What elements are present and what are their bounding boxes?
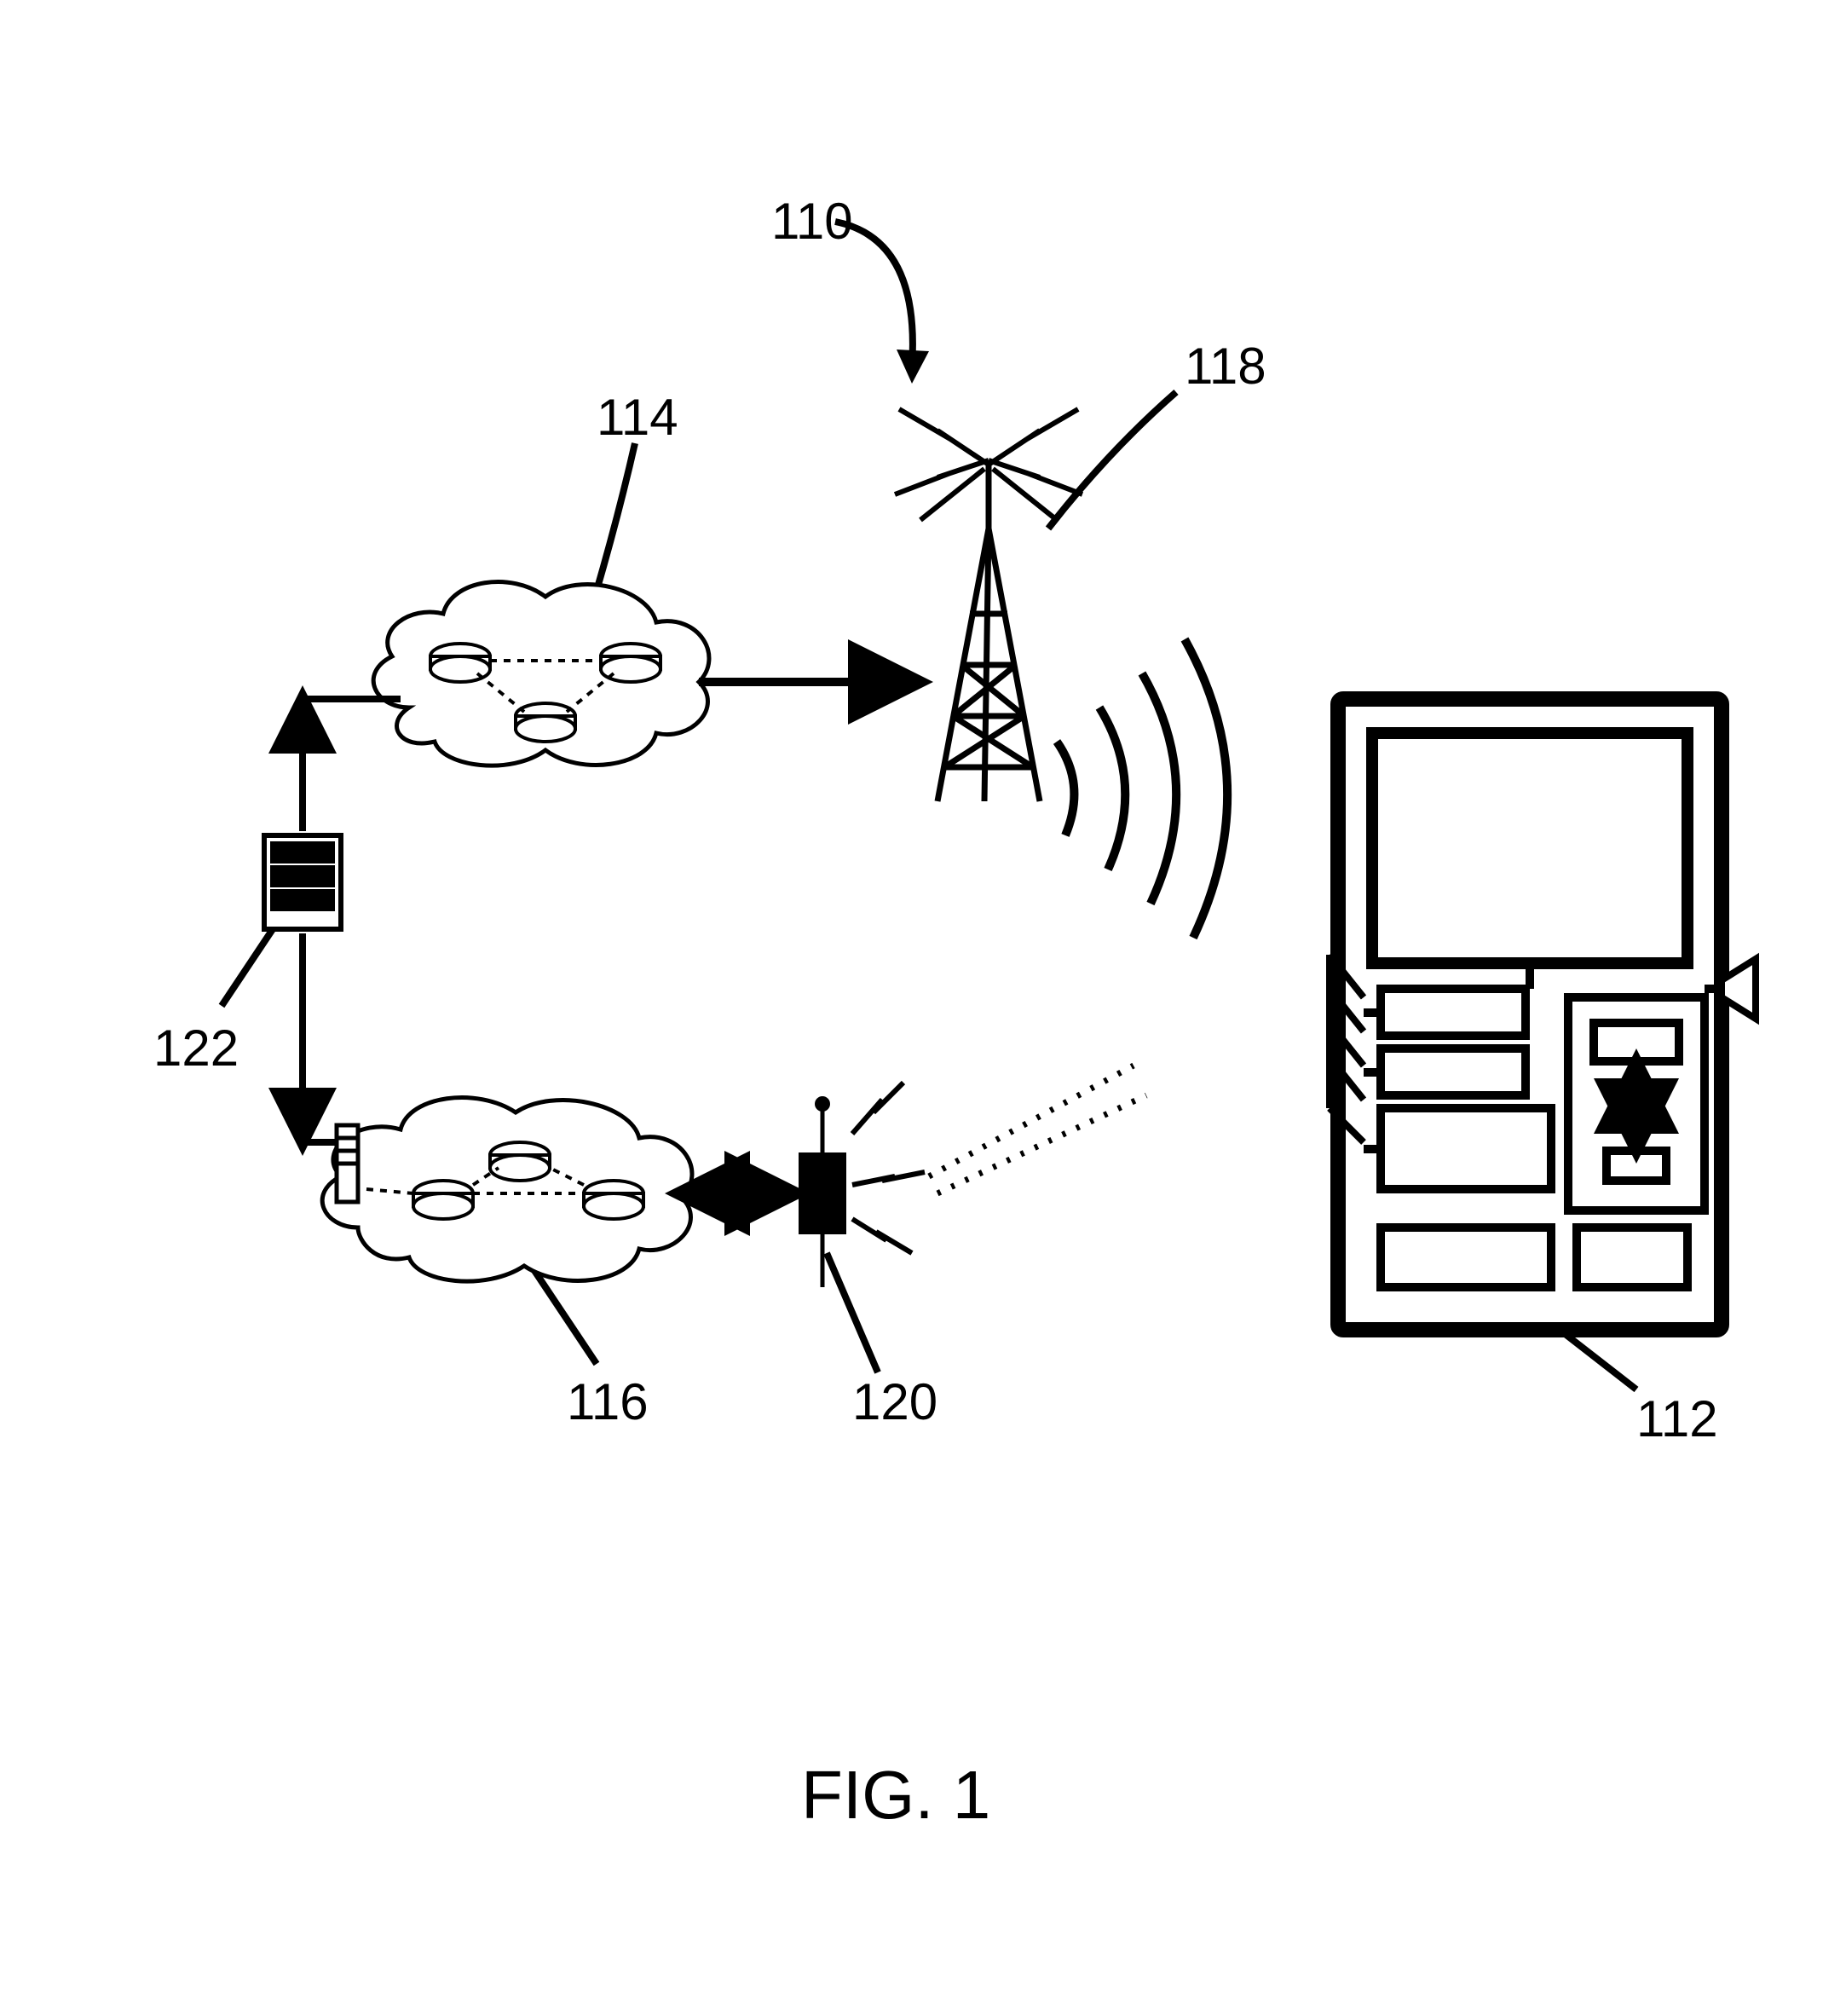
mobile-device-112 [1330, 699, 1756, 1330]
label-120: 120 [852, 1372, 937, 1431]
cloud-upper-114 [373, 582, 709, 766]
label-116: 116 [567, 1372, 649, 1431]
label-112: 112 [1636, 1389, 1718, 1448]
label-122: 122 [153, 1019, 239, 1077]
server-122 [264, 835, 341, 929]
label-110: 110 [771, 192, 853, 251]
label-114: 114 [597, 388, 678, 447]
leader-120 [827, 1253, 878, 1372]
cell-tower-118 [895, 409, 1227, 938]
leader-112 [1560, 1330, 1636, 1389]
figure-caption: FIG. 1 [801, 1756, 990, 1834]
access-point-120 [801, 1066, 1146, 1287]
cloud-lower-116 [322, 1098, 692, 1282]
label-118: 118 [1185, 337, 1266, 396]
